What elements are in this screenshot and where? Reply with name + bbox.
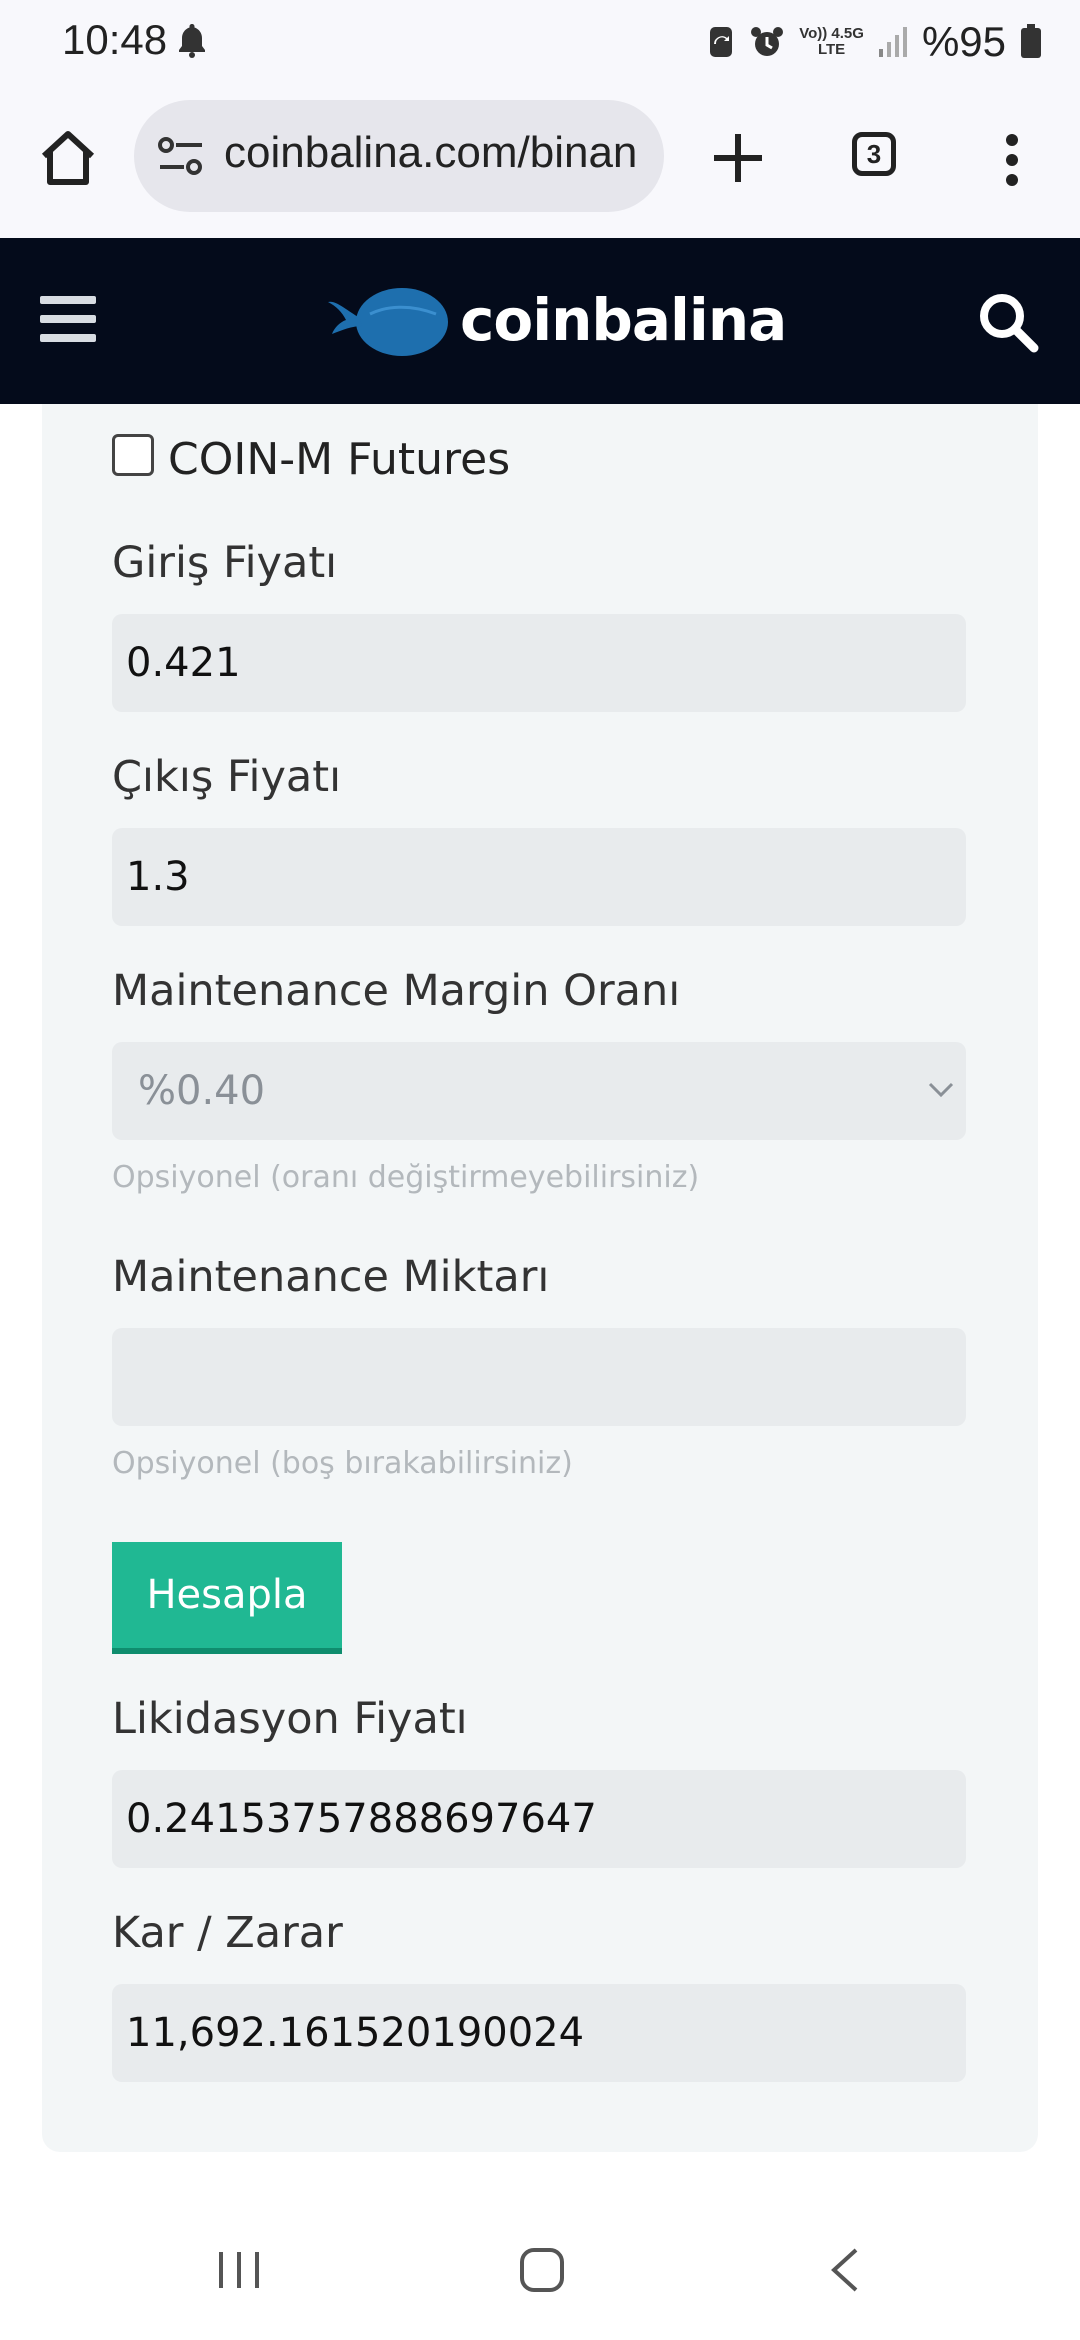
network-type: Vo)) 4.5G: [799, 25, 864, 42]
mm-rate-value: %0.40: [138, 1068, 266, 1114]
exit-price-label: Çıkış Fiyatı: [112, 752, 342, 802]
entry-price-label: Giriş Fiyatı: [112, 538, 338, 588]
address-bar[interactable]: coinbalina.com/binan: [134, 100, 664, 212]
mm-rate-label: Maintenance Margin Oranı: [112, 966, 681, 1016]
battery-icon: [1021, 24, 1041, 58]
coin-m-option[interactable]: COIN-M Futures: [112, 424, 510, 485]
browser-toolbar: coinbalina.com/binan 3: [0, 82, 1080, 238]
alarm-icon: [751, 27, 784, 56]
back-icon[interactable]: [828, 2246, 862, 2294]
hamburger-icon[interactable]: [40, 294, 96, 344]
bell-icon: [179, 24, 205, 58]
site-logo[interactable]: coinbalina: [326, 280, 787, 360]
pnl-output[interactable]: 11,692.161520190024: [112, 1984, 966, 2082]
mm-rate-hint: Opsiyonel (oranı değiştirmeyebilirsiniz): [112, 1160, 700, 1195]
chevron-down-icon: [928, 1082, 954, 1098]
exit-price-input[interactable]: 1.3: [112, 828, 966, 926]
status-time: 10:48: [62, 16, 168, 63]
home-icon[interactable]: [36, 126, 100, 190]
mm-rate-select[interactable]: %0.40: [112, 1042, 966, 1140]
whale-logo-icon: [328, 288, 448, 356]
system-nav-bar: [0, 2200, 1080, 2340]
battery-level: %95: [921, 18, 1006, 65]
coin-m-label: COIN-M Futures: [168, 434, 511, 485]
logo-text: coinbalina: [460, 286, 787, 354]
mm-amount-hint: Opsiyonel (boş bırakabilirsiniz): [112, 1446, 573, 1481]
recent-apps-icon[interactable]: [216, 2248, 262, 2292]
calculator-card: COIN-M Futures Giriş Fiyatı 0.421 Çıkış …: [42, 404, 1038, 2152]
mm-amount-label: Maintenance Miktarı: [112, 1252, 550, 1302]
status-indicators: Vo)) 4.5G LTE %95: [707, 18, 1042, 66]
coin-m-checkbox[interactable]: [112, 433, 154, 476]
sync-icon: [710, 27, 733, 57]
search-icon[interactable]: [976, 290, 1040, 354]
site-header: coinbalina: [0, 238, 1080, 404]
network-indicator: Vo)) 4.5G LTE: [799, 26, 864, 58]
mm-amount-input[interactable]: [112, 1328, 966, 1426]
liquidation-price-output[interactable]: 0.24153757888697647: [112, 1770, 966, 1868]
liquidation-price-label: Likidasyon Fiyatı: [112, 1694, 468, 1744]
network-lte: LTE: [817, 41, 846, 58]
entry-price-input[interactable]: 0.421: [112, 614, 966, 712]
more-vert-icon[interactable]: [1000, 128, 1024, 192]
home-circle-icon[interactable]: [518, 2246, 566, 2294]
url-text[interactable]: coinbalina.com/binan: [224, 128, 644, 178]
tab-switcher-button[interactable]: 3: [852, 132, 896, 176]
site-settings-icon[interactable]: [158, 136, 204, 176]
pnl-label: Kar / Zarar: [112, 1908, 343, 1958]
plus-icon[interactable]: [706, 126, 770, 190]
status-bar: 10:48 Vo)) 4.5G LTE %95: [0, 0, 1080, 82]
signal-icon: [878, 27, 907, 57]
calculate-button[interactable]: Hesapla: [112, 1542, 342, 1654]
